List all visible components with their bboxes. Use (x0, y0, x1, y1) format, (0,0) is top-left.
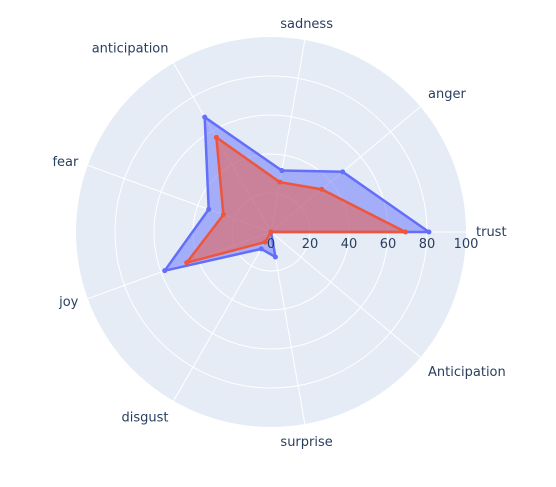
category-label: fear (52, 155, 79, 170)
series-2-point (277, 179, 283, 185)
radial-tick-label: 0 (267, 237, 275, 252)
series-2-point (268, 229, 274, 235)
series-2-point (213, 134, 219, 140)
series-2-point (319, 186, 325, 192)
radial-tick-label: 20 (302, 237, 319, 252)
category-label: trust (476, 225, 507, 240)
radial-tick-label: 100 (454, 237, 479, 252)
category-label: surprise (280, 435, 332, 450)
series-1-point (340, 169, 346, 175)
category-label: joy (58, 295, 79, 310)
series-1-point (202, 114, 208, 120)
series-1-point (279, 168, 285, 174)
series-2-point (403, 229, 409, 235)
radial-tick-label: 80 (419, 237, 436, 252)
series-1-point (426, 229, 432, 235)
radial-tick-label: 40 (341, 237, 358, 252)
radar-chart: 0 20 40 60 80 100 trust anger sadness anticipati… (52, 17, 507, 450)
series-1-point (206, 206, 212, 212)
series-2-point (220, 212, 226, 218)
category-label: anticipation (92, 41, 169, 56)
radial-tick-label: 60 (380, 237, 397, 252)
category-label: disgust (122, 411, 169, 426)
category-label: Anticipation (428, 365, 506, 380)
series-1-point (272, 254, 278, 260)
series-1-point (258, 246, 264, 252)
category-label: anger (428, 87, 466, 102)
series-1-point (162, 268, 168, 274)
series-2-point (184, 260, 190, 266)
category-label: sadness (280, 17, 333, 32)
